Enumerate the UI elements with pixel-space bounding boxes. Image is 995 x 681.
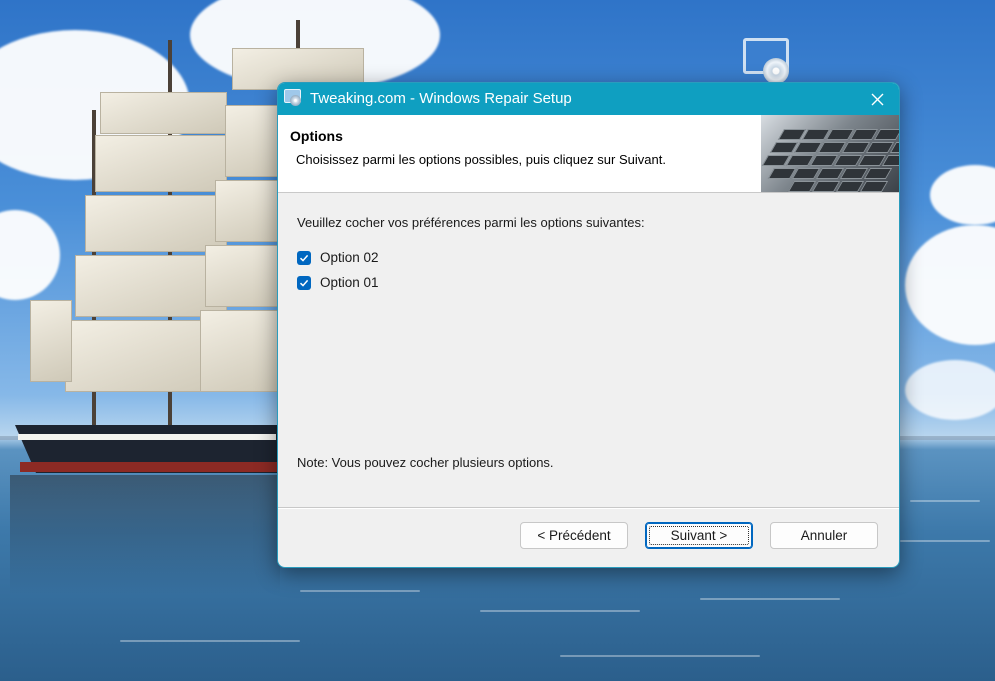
- check-icon: [299, 254, 309, 262]
- next-button[interactable]: Suivant >: [645, 522, 753, 549]
- footer-divider: [278, 507, 899, 509]
- checkbox[interactable]: [297, 250, 311, 265]
- cancel-button[interactable]: Annuler: [770, 522, 878, 549]
- options-note: Note: Vous pouvez cocher plusieurs optio…: [297, 455, 554, 470]
- app-setup-icon: [284, 89, 302, 107]
- title-bar[interactable]: Tweaking.com - Windows Repair Setup: [278, 83, 899, 115]
- option-01-checkbox[interactable]: Option 01: [297, 275, 379, 290]
- close-button[interactable]: [855, 83, 899, 115]
- option-label: Option 01: [320, 275, 379, 290]
- setup-dialog: Tweaking.com - Windows Repair Setup Opti…: [277, 82, 900, 568]
- option-02-checkbox[interactable]: Option 02: [297, 250, 379, 265]
- page-title: Options: [290, 128, 343, 144]
- wizard-content: Veuillez cocher vos préférences parmi le…: [278, 193, 899, 506]
- keyboard-banner-image: [761, 115, 899, 192]
- check-icon: [299, 279, 309, 287]
- page-subtitle: Choisissez parmi les options possibles, …: [296, 152, 666, 167]
- window-title: Tweaking.com - Windows Repair Setup: [310, 90, 572, 107]
- close-icon: [871, 93, 883, 105]
- checkbox[interactable]: [297, 275, 311, 290]
- options-prompt: Veuillez cocher vos préférences parmi le…: [297, 215, 645, 230]
- desktop-setup-icon[interactable]: [741, 38, 797, 84]
- wizard-header: Options Choisissez parmi les options pos…: [278, 115, 899, 193]
- back-button[interactable]: < Précédent: [520, 522, 628, 549]
- option-label: Option 02: [320, 250, 379, 265]
